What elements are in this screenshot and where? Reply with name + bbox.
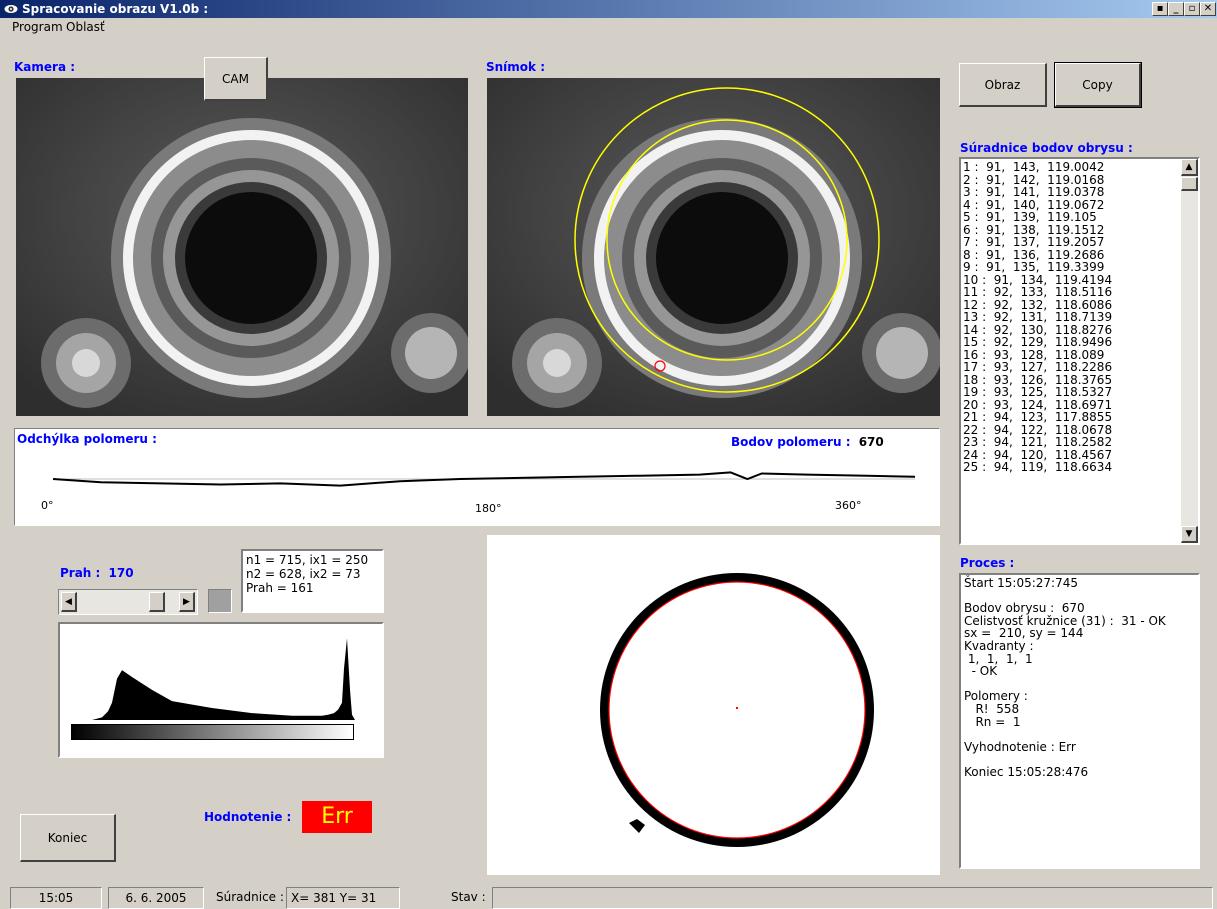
process-line: Vyhodnotenie : Err — [964, 739, 1076, 754]
process-lines: Štart 15:05:27:745 Bodov obrysu : 670 Cel… — [964, 577, 1195, 779]
evaluation-result-badge: Err — [302, 801, 372, 833]
contour-defect — [629, 819, 645, 833]
status-state-label: Stav : — [451, 890, 486, 904]
process-line: R! 558 — [964, 701, 1020, 716]
copy-button[interactable]: Copy — [1054, 62, 1142, 108]
coords-list-item[interactable]: 25 : 94, 119, 118.6634 — [963, 461, 1181, 474]
stats-line-1: n1 = 715, ix1 = 250 — [246, 553, 369, 567]
stats-line-2: n2 = 628, ix2 = 73 — [246, 567, 361, 581]
camera-image — [16, 78, 468, 416]
slider-left-icon[interactable]: ◀ — [61, 592, 77, 612]
menu-oblast[interactable]: Oblasť — [62, 18, 109, 37]
process-line — [964, 728, 1195, 741]
coords-list-item[interactable]: 13 : 92, 131, 118.7139 — [963, 311, 1181, 324]
restore-button[interactable]: ▫ — [1184, 2, 1200, 16]
process-line: Štart 15:05:27:745 — [964, 576, 1078, 590]
koniec-button[interactable]: Koniec — [20, 814, 116, 862]
center-dot — [736, 707, 738, 709]
coords-list-item[interactable]: 11 : 92, 133, 118.5116 — [963, 286, 1181, 299]
histogram-panel — [58, 622, 384, 758]
extra-window-button[interactable]: ▪ — [1152, 2, 1168, 16]
scroll-down-icon[interactable]: ▼ — [1181, 526, 1198, 543]
coords-list: 1 : 91, 143, 119.0042 2 : 91, 142, 119.01… — [963, 161, 1181, 539]
scroll-thumb[interactable] — [1181, 177, 1198, 191]
process-line: Kvadranty : — [964, 638, 1034, 653]
threshold-caption: Prah : 170 — [60, 566, 134, 580]
process-line: Koniec 15:05:28:476 — [964, 764, 1089, 779]
process-line: 1, 1, 1, 1 — [964, 651, 1033, 666]
camera-label: Kamera : — [14, 60, 76, 74]
process-line: - OK — [964, 664, 998, 679]
gray-gradient-bar — [71, 724, 354, 740]
coords-list-item[interactable]: 1 : 91, 143, 119.0042 — [963, 161, 1181, 174]
close-button[interactable]: ✕ — [1200, 2, 1216, 16]
deviation-tick-0: 0° — [41, 499, 54, 512]
process-box: Štart 15:05:27:745 Bodov obrysu : 670 Cel… — [959, 573, 1200, 869]
coords-list-item[interactable]: 23 : 94, 121, 118.2582 — [963, 436, 1181, 449]
coords-list-item[interactable]: 17 : 93, 127, 118.2286 — [963, 361, 1181, 374]
coords-list-item[interactable]: 5 : 91, 139, 119.105 — [963, 211, 1181, 224]
coords-list-item[interactable]: 7 : 91, 137, 119.2057 — [963, 236, 1181, 249]
coords-listbox[interactable]: 1 : 91, 143, 119.0042 2 : 91, 142, 119.01… — [959, 157, 1200, 545]
coords-scrollbar[interactable]: ▲ ▼ — [1181, 159, 1198, 543]
snapshot-label: Snímok : — [486, 60, 546, 74]
threshold-value: 170 — [108, 566, 134, 580]
snapshot-image — [487, 78, 940, 416]
stats-line-3: Prah = 161 — [246, 581, 314, 595]
menu-program[interactable]: Program — [8, 18, 67, 37]
scroll-up-icon[interactable]: ▲ — [1181, 159, 1198, 176]
threshold-stats-box: n1 = 715, ix1 = 250 n2 = 628, ix2 = 73 P… — [241, 549, 384, 613]
evaluation-label: Hodnotenie : — [204, 810, 292, 824]
coords-list-item[interactable]: 9 : 91, 135, 119.3399 — [963, 261, 1181, 274]
menu-bar: Program Oblasť — [0, 18, 1217, 37]
coords-list-item[interactable]: 15 : 92, 129, 118.9496 — [963, 336, 1181, 349]
threshold-label: Prah : — [60, 566, 101, 580]
status-date: 6. 6. 2005 — [108, 887, 204, 909]
title-bar: Spracovanie obrazu V1.0b : ▪ _ ▫ ✕ — [0, 0, 1217, 18]
deviation-tick-360: 360° — [835, 499, 862, 512]
threshold-slider[interactable]: ◀ ▶ — [58, 589, 198, 615]
status-coords-label: Súradnice : — [216, 890, 284, 904]
process-line: Bodov obrysu : 670 — [964, 601, 1085, 616]
threshold-color-box — [208, 589, 232, 613]
coords-list-item[interactable]: 3 : 91, 141, 119.0378 — [963, 186, 1181, 199]
deviation-tick-180: 180° — [475, 502, 502, 515]
coords-label: Súradnice bodov obrysu : — [960, 141, 1133, 155]
status-coords-value: X= 381 Y= 31 — [286, 887, 400, 909]
deviation-panel: Odchýlka polomeru : Bodov polomeru : 670… — [14, 428, 940, 526]
obraz-button[interactable]: Obraz — [959, 63, 1047, 107]
coords-list-item[interactable]: 19 : 93, 125, 118.5327 — [963, 386, 1181, 399]
window-title: Spracovanie obrazu V1.0b : — [22, 2, 209, 16]
histogram-bars — [72, 638, 355, 720]
slider-right-icon[interactable]: ▶ — [179, 592, 195, 612]
binary-image — [487, 535, 940, 875]
coords-list-item[interactable]: 21 : 94, 123, 117.8855 — [963, 411, 1181, 424]
process-line: Rn = 1 — [964, 714, 1021, 729]
process-label: Proces : — [960, 556, 1015, 570]
slider-thumb[interactable] — [149, 592, 165, 612]
status-time: 15:05 — [10, 887, 102, 909]
status-state-field — [492, 887, 1213, 909]
app-eye-icon — [4, 5, 18, 13]
cam-button[interactable]: CAM — [204, 57, 268, 101]
minimize-button[interactable]: _ — [1168, 2, 1184, 16]
